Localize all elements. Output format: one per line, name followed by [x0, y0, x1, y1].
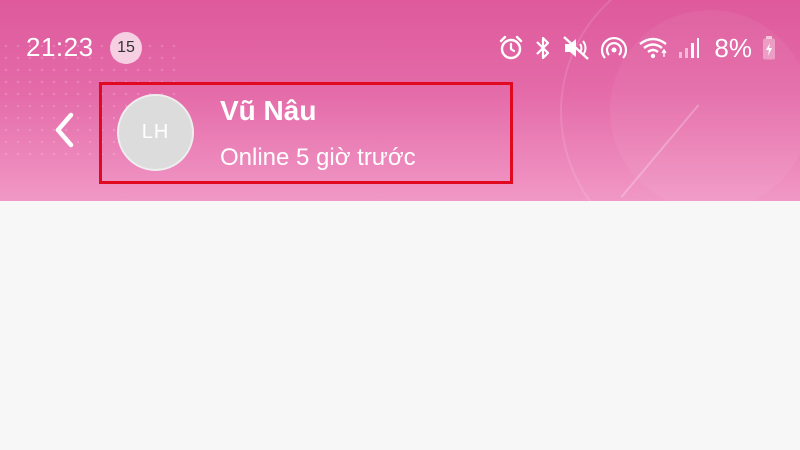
chevron-left-icon	[53, 112, 75, 153]
status-icons: 8%	[498, 32, 776, 64]
contact-last-seen: Online 5 giờ trước	[220, 144, 416, 171]
chat-content-area	[0, 201, 800, 450]
hotspot-icon	[600, 35, 628, 61]
status-time: 21:23	[26, 32, 94, 62]
status-bar: 21:23 15 8%	[0, 26, 800, 70]
notification-badge: 15	[110, 32, 142, 64]
avatar[interactable]: LH	[117, 94, 194, 171]
battery-percentage: 8%	[714, 32, 752, 63]
alarm-icon	[498, 35, 524, 61]
mute-icon	[562, 35, 590, 61]
avatar-initials: LH	[141, 121, 170, 143]
battery-charging-icon	[762, 35, 776, 61]
contact-name[interactable]: Vũ Nâu	[220, 95, 316, 127]
chat-header: 21:23 15 8% LH Vũ Nâu Online 5 giờ trước	[0, 0, 800, 201]
back-button[interactable]	[44, 110, 84, 154]
wifi-icon	[638, 35, 668, 61]
bluetooth-icon	[534, 35, 552, 61]
signal-icon	[678, 35, 700, 61]
